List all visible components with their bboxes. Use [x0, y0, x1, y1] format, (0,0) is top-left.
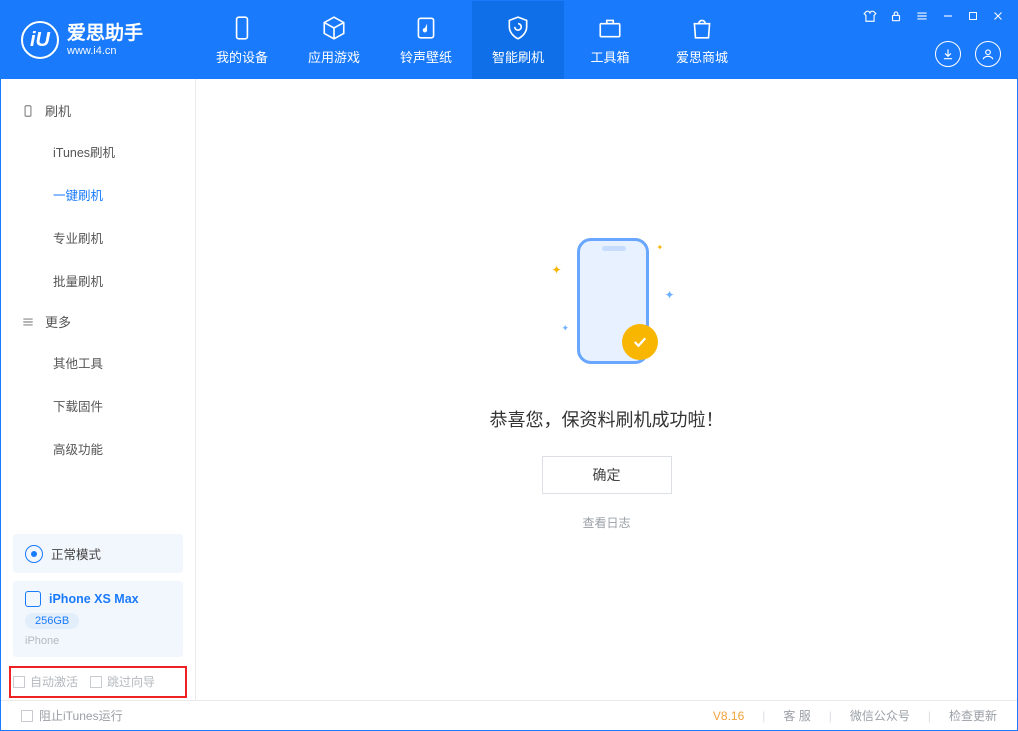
sidebar-item-other-tools[interactable]: 其他工具 — [1, 341, 195, 384]
nav-label-ringtone: 铃声壁纸 — [400, 47, 452, 66]
sidebar-item-advanced[interactable]: 高级功能 — [1, 427, 195, 470]
device-phone-icon — [25, 591, 41, 607]
nav-tab-ringtone[interactable]: 铃声壁纸 — [380, 1, 472, 79]
option-auto-activate-label: 自动激活 — [30, 673, 78, 690]
cube-icon — [321, 15, 347, 41]
device-box[interactable]: iPhone XS Max 256GB iPhone — [13, 581, 183, 657]
separator: | — [829, 709, 832, 723]
sidebar: 刷机 iTunes刷机 一键刷机 专业刷机 批量刷机 更多 其他工具 下载固件 … — [1, 79, 196, 700]
nav-tabs: 我的设备 应用游戏 铃声壁纸 智能刷机 工具箱 爱思商城 — [196, 1, 748, 79]
footer-block-itunes-label: 阻止iTunes运行 — [39, 707, 123, 724]
minimize-button[interactable] — [941, 9, 955, 23]
sidebar-section-flash: 刷机 — [1, 91, 195, 130]
footer: 阻止iTunes运行 V8.16 | 客 服 | 微信公众号 | 检查更新 — [1, 700, 1017, 730]
window-controls — [863, 9, 1005, 23]
body-area: 刷机 iTunes刷机 一键刷机 专业刷机 批量刷机 更多 其他工具 下载固件 … — [1, 79, 1017, 700]
nav-tab-flash[interactable]: 智能刷机 — [472, 1, 564, 79]
footer-right: V8.16 | 客 服 | 微信公众号 | 检查更新 — [713, 707, 997, 724]
version-label: V8.16 — [713, 709, 744, 723]
phone-icon — [229, 15, 255, 41]
mode-label: 正常模式 — [51, 544, 101, 563]
sidebar-item-pro-flash[interactable]: 专业刷机 — [1, 216, 195, 259]
footer-wechat-link[interactable]: 微信公众号 — [850, 707, 910, 724]
nav-tab-device[interactable]: 我的设备 — [196, 1, 288, 79]
briefcase-icon — [597, 15, 623, 41]
separator: | — [928, 709, 931, 723]
checkbox-icon — [90, 676, 102, 688]
sidebar-item-download-firmware[interactable]: 下载固件 — [1, 384, 195, 427]
nav-label-toolbox: 工具箱 — [590, 47, 629, 66]
device-name: iPhone XS Max — [49, 592, 139, 606]
checkbox-icon — [13, 676, 25, 688]
header: iU 爱思助手 www.i4.cn 我的设备 应用游戏 铃声壁纸 智能刷机 — [1, 1, 1017, 79]
nav-tab-store[interactable]: 爱思商城 — [656, 1, 748, 79]
logo-area: iU 爱思助手 www.i4.cn — [1, 21, 196, 59]
device-storage-badge: 256GB — [25, 613, 79, 629]
lock-icon[interactable] — [889, 9, 903, 23]
app-subtitle: www.i4.cn — [67, 45, 143, 57]
mode-box[interactable]: 正常模式 — [13, 534, 183, 573]
option-skip-guide-label: 跳过向导 — [107, 673, 155, 690]
logo-icon: iU — [21, 21, 59, 59]
sidebar-section1-label: 刷机 — [45, 101, 71, 120]
menu-icon[interactable] — [915, 9, 929, 23]
options-row: 自动激活 跳过向导 — [1, 665, 195, 700]
sidebar-section2-label: 更多 — [45, 312, 71, 331]
download-icon[interactable] — [935, 41, 961, 67]
nav-label-store: 爱思商城 — [676, 47, 728, 66]
device-row1: iPhone XS Max — [25, 591, 171, 607]
shirt-icon[interactable] — [863, 9, 877, 23]
checkbox-icon — [21, 710, 33, 722]
sidebar-scroll: 刷机 iTunes刷机 一键刷机 专业刷机 批量刷机 更多 其他工具 下载固件 … — [1, 79, 195, 526]
bag-icon — [689, 15, 715, 41]
shield-refresh-icon — [505, 15, 531, 41]
footer-support-link[interactable]: 客 服 — [783, 707, 810, 724]
success-illustration: ✦ ✦ ✦ ✦ — [507, 228, 707, 378]
option-skip-guide[interactable]: 跳过向导 — [90, 673, 155, 690]
nav-label-apps: 应用游戏 — [308, 47, 360, 66]
sidebar-bottom: 正常模式 iPhone XS Max 256GB iPhone 自动激活 — [1, 526, 195, 700]
confirm-button[interactable]: 确定 — [542, 456, 672, 494]
user-icon[interactable] — [975, 41, 1001, 67]
sidebar-item-itunes-flash[interactable]: iTunes刷机 — [1, 130, 195, 173]
view-log-link[interactable]: 查看日志 — [582, 514, 630, 531]
music-file-icon — [413, 15, 439, 41]
logo-text: 爱思助手 www.i4.cn — [67, 23, 143, 58]
nav-tab-toolbox[interactable]: 工具箱 — [564, 1, 656, 79]
check-badge-icon — [622, 324, 658, 360]
option-auto-activate[interactable]: 自动激活 — [13, 673, 78, 690]
sparkle-icon: ✦ — [657, 243, 664, 252]
success-message: 恭喜您，保资料刷机成功啦！ — [490, 406, 724, 432]
sparkle-icon: ✦ — [665, 288, 675, 302]
sparkle-icon: ✦ — [562, 323, 570, 334]
nav-label-flash: 智能刷机 — [492, 47, 544, 66]
nav-label-device: 我的设备 — [216, 47, 268, 66]
close-button[interactable] — [991, 9, 1005, 23]
footer-update-link[interactable]: 检查更新 — [949, 707, 997, 724]
maximize-button[interactable] — [967, 10, 979, 22]
app-title: 爱思助手 — [67, 23, 143, 46]
mode-icon — [25, 545, 43, 563]
device-type: iPhone — [25, 635, 171, 647]
sidebar-item-oneclick-flash[interactable]: 一键刷机 — [1, 173, 195, 216]
main-content: ✦ ✦ ✦ ✦ 恭喜您，保资料刷机成功啦！ 确定 查看日志 — [196, 79, 1017, 700]
header-right-icons — [935, 41, 1001, 67]
app-window: iU 爱思助手 www.i4.cn 我的设备 应用游戏 铃声壁纸 智能刷机 — [0, 0, 1018, 731]
nav-tab-apps[interactable]: 应用游戏 — [288, 1, 380, 79]
footer-block-itunes[interactable]: 阻止iTunes运行 — [21, 707, 123, 724]
separator: | — [762, 709, 765, 723]
sidebar-item-batch-flash[interactable]: 批量刷机 — [1, 259, 195, 302]
sidebar-section-more: 更多 — [1, 302, 195, 341]
sparkle-icon: ✦ — [552, 263, 562, 277]
